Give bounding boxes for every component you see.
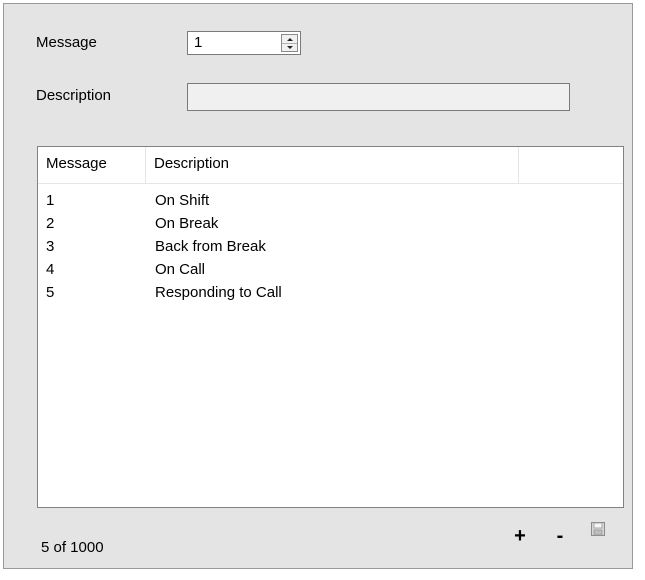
save-icon-graphic <box>591 522 605 536</box>
list-header: Message Description <box>38 147 623 184</box>
row-message: 4 <box>46 261 55 278</box>
add-button[interactable]: + <box>511 525 529 547</box>
description-field[interactable] <box>187 83 570 111</box>
list-item[interactable]: 5 Responding to Call <box>38 281 623 304</box>
row-description: Responding to Call <box>155 284 282 301</box>
row-message: 2 <box>46 215 55 232</box>
column-header-empty[interactable] <box>519 147 623 183</box>
row-message: 3 <box>46 238 55 255</box>
spin-buttons[interactable] <box>281 34 298 52</box>
save-icon[interactable] <box>589 520 607 538</box>
row-description: On Break <box>155 215 219 232</box>
record-count: 5 of 1000 <box>41 539 104 556</box>
row-message: 5 <box>46 284 55 301</box>
row-description: On Call <box>155 261 206 278</box>
messages-list[interactable]: Message Description 1 On Shift 2 On Brea… <box>37 146 624 508</box>
list-item[interactable]: 2 On Break <box>38 212 623 235</box>
row-message: 1 <box>46 192 55 209</box>
chevron-down-icon[interactable] <box>282 43 297 51</box>
list-item[interactable]: 4 On Call <box>38 258 623 281</box>
row-description: On Shift <box>155 192 210 209</box>
list-rows: 1 On Shift 2 On Break 3 Back from Break … <box>38 189 623 304</box>
column-header-message[interactable]: Message <box>38 147 146 183</box>
row-description: Back from Break <box>155 238 266 255</box>
list-item[interactable]: 1 On Shift <box>38 189 623 212</box>
remove-button[interactable]: - <box>551 525 569 547</box>
message-stepper-value[interactable]: 1 <box>194 34 202 52</box>
message-editor-panel: Message 1 Description Message Descriptio… <box>3 3 633 569</box>
message-stepper[interactable]: 1 <box>187 31 301 55</box>
message-label: Message <box>36 34 97 51</box>
column-header-description[interactable]: Description <box>146 147 519 183</box>
description-label: Description <box>36 87 112 104</box>
list-item[interactable]: 3 Back from Break <box>38 235 623 258</box>
